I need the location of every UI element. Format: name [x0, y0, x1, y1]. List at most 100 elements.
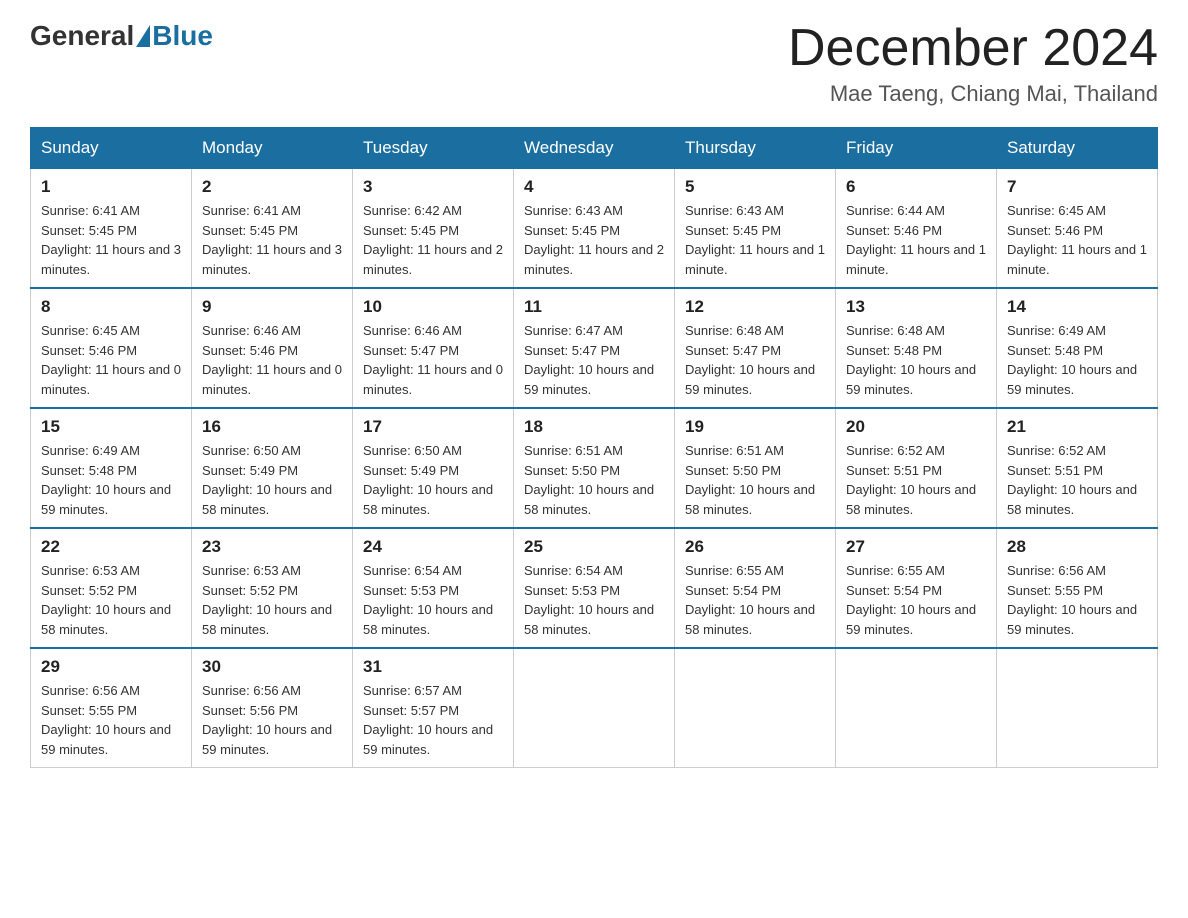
- day-number: 23: [202, 537, 342, 557]
- day-info: Sunrise: 6:54 AMSunset: 5:53 PMDaylight:…: [363, 561, 503, 639]
- day-number: 18: [524, 417, 664, 437]
- day-info: Sunrise: 6:56 AMSunset: 5:55 PMDaylight:…: [1007, 561, 1147, 639]
- day-info: Sunrise: 6:55 AMSunset: 5:54 PMDaylight:…: [685, 561, 825, 639]
- day-info: Sunrise: 6:44 AMSunset: 5:46 PMDaylight:…: [846, 201, 986, 279]
- day-info: Sunrise: 6:51 AMSunset: 5:50 PMDaylight:…: [524, 441, 664, 519]
- day-number: 30: [202, 657, 342, 677]
- day-number: 31: [363, 657, 503, 677]
- calendar-week-row: 29 Sunrise: 6:56 AMSunset: 5:55 PMDayligh…: [31, 648, 1158, 768]
- calendar-cell: 31 Sunrise: 6:57 AMSunset: 5:57 PMDayligh…: [353, 648, 514, 768]
- calendar-cell: 30 Sunrise: 6:56 AMSunset: 5:56 PMDayligh…: [192, 648, 353, 768]
- calendar-header-thursday: Thursday: [675, 128, 836, 169]
- calendar-cell: 10 Sunrise: 6:46 AMSunset: 5:47 PMDayligh…: [353, 288, 514, 408]
- calendar-week-row: 15 Sunrise: 6:49 AMSunset: 5:48 PMDayligh…: [31, 408, 1158, 528]
- day-number: 28: [1007, 537, 1147, 557]
- day-info: Sunrise: 6:41 AMSunset: 5:45 PMDaylight:…: [41, 201, 181, 279]
- logo-general-text: General: [30, 20, 134, 52]
- day-number: 22: [41, 537, 181, 557]
- month-title: December 2024: [788, 20, 1158, 77]
- day-info: Sunrise: 6:52 AMSunset: 5:51 PMDaylight:…: [1007, 441, 1147, 519]
- calendar-header-sunday: Sunday: [31, 128, 192, 169]
- day-info: Sunrise: 6:43 AMSunset: 5:45 PMDaylight:…: [685, 201, 825, 279]
- day-info: Sunrise: 6:56 AMSunset: 5:55 PMDaylight:…: [41, 681, 181, 759]
- day-number: 14: [1007, 297, 1147, 317]
- day-info: Sunrise: 6:53 AMSunset: 5:52 PMDaylight:…: [41, 561, 181, 639]
- day-info: Sunrise: 6:57 AMSunset: 5:57 PMDaylight:…: [363, 681, 503, 759]
- calendar-week-row: 22 Sunrise: 6:53 AMSunset: 5:52 PMDayligh…: [31, 528, 1158, 648]
- day-info: Sunrise: 6:53 AMSunset: 5:52 PMDaylight:…: [202, 561, 342, 639]
- calendar-header-saturday: Saturday: [997, 128, 1158, 169]
- calendar-week-row: 1 Sunrise: 6:41 AMSunset: 5:45 PMDaylight…: [31, 169, 1158, 289]
- calendar-cell: 23 Sunrise: 6:53 AMSunset: 5:52 PMDayligh…: [192, 528, 353, 648]
- day-info: Sunrise: 6:49 AMSunset: 5:48 PMDaylight:…: [1007, 321, 1147, 399]
- page-header: General Blue December 2024 Mae Taeng, Ch…: [30, 20, 1158, 107]
- calendar-header-wednesday: Wednesday: [514, 128, 675, 169]
- day-info: Sunrise: 6:54 AMSunset: 5:53 PMDaylight:…: [524, 561, 664, 639]
- calendar-cell: 1 Sunrise: 6:41 AMSunset: 5:45 PMDaylight…: [31, 169, 192, 289]
- day-number: 10: [363, 297, 503, 317]
- day-number: 24: [363, 537, 503, 557]
- day-number: 6: [846, 177, 986, 197]
- calendar-cell: 19Sunrise: 6:51 AMSunset: 5:50 PMDayligh…: [675, 408, 836, 528]
- day-info: Sunrise: 6:55 AMSunset: 5:54 PMDaylight:…: [846, 561, 986, 639]
- calendar-cell: 7 Sunrise: 6:45 AMSunset: 5:46 PMDaylight…: [997, 169, 1158, 289]
- calendar-cell: [997, 648, 1158, 768]
- logo-triangle-icon: [136, 25, 150, 47]
- calendar-header-monday: Monday: [192, 128, 353, 169]
- title-block: December 2024 Mae Taeng, Chiang Mai, Tha…: [788, 20, 1158, 107]
- day-number: 15: [41, 417, 181, 437]
- day-info: Sunrise: 6:48 AMSunset: 5:48 PMDaylight:…: [846, 321, 986, 399]
- calendar-cell: 25 Sunrise: 6:54 AMSunset: 5:53 PMDayligh…: [514, 528, 675, 648]
- calendar-header-tuesday: Tuesday: [353, 128, 514, 169]
- day-number: 19: [685, 417, 825, 437]
- day-number: 16: [202, 417, 342, 437]
- day-info: Sunrise: 6:49 AMSunset: 5:48 PMDaylight:…: [41, 441, 181, 519]
- day-number: 1: [41, 177, 181, 197]
- calendar-cell: 2 Sunrise: 6:41 AMSunset: 5:45 PMDaylight…: [192, 169, 353, 289]
- calendar-cell: 27 Sunrise: 6:55 AMSunset: 5:54 PMDayligh…: [836, 528, 997, 648]
- day-info: Sunrise: 6:47 AMSunset: 5:47 PMDaylight:…: [524, 321, 664, 399]
- location-title: Mae Taeng, Chiang Mai, Thailand: [788, 81, 1158, 107]
- day-info: Sunrise: 6:42 AMSunset: 5:45 PMDaylight:…: [363, 201, 503, 279]
- calendar-cell: 22 Sunrise: 6:53 AMSunset: 5:52 PMDayligh…: [31, 528, 192, 648]
- day-number: 3: [363, 177, 503, 197]
- calendar-cell: 5 Sunrise: 6:43 AMSunset: 5:45 PMDaylight…: [675, 169, 836, 289]
- calendar-cell: 3 Sunrise: 6:42 AMSunset: 5:45 PMDaylight…: [353, 169, 514, 289]
- day-number: 7: [1007, 177, 1147, 197]
- day-info: Sunrise: 6:41 AMSunset: 5:45 PMDaylight:…: [202, 201, 342, 279]
- logo: General Blue: [30, 20, 213, 52]
- calendar-cell: 26 Sunrise: 6:55 AMSunset: 5:54 PMDayligh…: [675, 528, 836, 648]
- calendar-header-friday: Friday: [836, 128, 997, 169]
- calendar-cell: 21Sunrise: 6:52 AMSunset: 5:51 PMDayligh…: [997, 408, 1158, 528]
- day-number: 4: [524, 177, 664, 197]
- day-number: 5: [685, 177, 825, 197]
- day-info: Sunrise: 6:43 AMSunset: 5:45 PMDaylight:…: [524, 201, 664, 279]
- day-number: 13: [846, 297, 986, 317]
- day-info: Sunrise: 6:52 AMSunset: 5:51 PMDaylight:…: [846, 441, 986, 519]
- day-info: Sunrise: 6:48 AMSunset: 5:47 PMDaylight:…: [685, 321, 825, 399]
- calendar-header-row: SundayMondayTuesdayWednesdayThursdayFrid…: [31, 128, 1158, 169]
- day-number: 9: [202, 297, 342, 317]
- day-number: 27: [846, 537, 986, 557]
- day-number: 20: [846, 417, 986, 437]
- calendar-cell: 28 Sunrise: 6:56 AMSunset: 5:55 PMDayligh…: [997, 528, 1158, 648]
- calendar-cell: 9Sunrise: 6:46 AMSunset: 5:46 PMDaylight…: [192, 288, 353, 408]
- calendar-cell: 4 Sunrise: 6:43 AMSunset: 5:45 PMDaylight…: [514, 169, 675, 289]
- calendar-cell: [675, 648, 836, 768]
- calendar-cell: [514, 648, 675, 768]
- calendar-cell: 13 Sunrise: 6:48 AMSunset: 5:48 PMDayligh…: [836, 288, 997, 408]
- day-info: Sunrise: 6:56 AMSunset: 5:56 PMDaylight:…: [202, 681, 342, 759]
- calendar-cell: 15 Sunrise: 6:49 AMSunset: 5:48 PMDayligh…: [31, 408, 192, 528]
- day-info: Sunrise: 6:45 AMSunset: 5:46 PMDaylight:…: [1007, 201, 1147, 279]
- calendar-cell: 17Sunrise: 6:50 AMSunset: 5:49 PMDayligh…: [353, 408, 514, 528]
- day-number: 25: [524, 537, 664, 557]
- day-number: 2: [202, 177, 342, 197]
- day-info: Sunrise: 6:46 AMSunset: 5:47 PMDaylight:…: [363, 321, 503, 399]
- calendar-cell: 24 Sunrise: 6:54 AMSunset: 5:53 PMDayligh…: [353, 528, 514, 648]
- logo-blue-text: Blue: [152, 20, 213, 52]
- calendar-cell: 18 Sunrise: 6:51 AMSunset: 5:50 PMDayligh…: [514, 408, 675, 528]
- day-number: 26: [685, 537, 825, 557]
- day-number: 8: [41, 297, 181, 317]
- day-number: 29: [41, 657, 181, 677]
- calendar-cell: 20 Sunrise: 6:52 AMSunset: 5:51 PMDayligh…: [836, 408, 997, 528]
